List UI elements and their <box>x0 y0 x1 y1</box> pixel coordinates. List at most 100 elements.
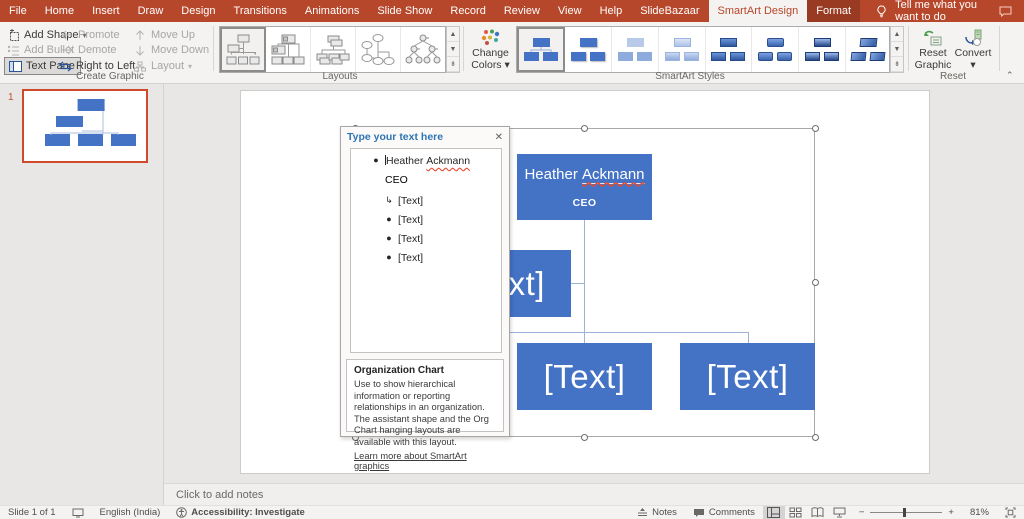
smartart-style-option-8[interactable] <box>846 27 889 72</box>
smartart-style-option-1[interactable] <box>517 27 565 72</box>
tab-smartart-design[interactable]: SmartArt Design <box>709 0 808 22</box>
ribbon-separator <box>999 26 1000 71</box>
ceo-name: Heather Ackmann <box>524 166 644 183</box>
tab-review[interactable]: Review <box>495 0 549 22</box>
change-colors-icon <box>480 29 502 47</box>
tab-file[interactable]: File <box>0 0 36 22</box>
zoom-slider-thumb[interactable] <box>903 508 906 517</box>
org-chart-subordinate-node-3[interactable]: [Text] <box>680 343 815 410</box>
learn-more-link[interactable]: Learn more about SmartArt graphics <box>354 451 496 471</box>
layout-option-4[interactable] <box>356 27 401 72</box>
collapse-ribbon-icon[interactable]: ⌃ <box>1006 70 1014 81</box>
reading-view-button[interactable] <box>807 506 829 519</box>
fit-to-window-icon[interactable] <box>997 506 1024 519</box>
outline-item-text-1[interactable]: ● [Text] <box>385 214 497 226</box>
tab-draw[interactable]: Draw <box>129 0 173 22</box>
language-indicator[interactable]: English (India) <box>92 506 169 519</box>
layout-option-1[interactable] <box>220 27 266 72</box>
zoom-level[interactable]: 81% <box>962 506 997 519</box>
reset-graphic-icon <box>923 29 943 47</box>
outline-item-assistant[interactable]: ↳ [Text] <box>385 195 497 207</box>
powerpoint-window: File Home Insert Draw Design Transitions… <box>0 0 1024 519</box>
slide-sorter-view-button[interactable] <box>785 506 807 519</box>
styles-gallery-scrollbar[interactable]: ▲ ▼ ⇟ <box>890 26 904 73</box>
tab-record[interactable]: Record <box>441 0 494 22</box>
smartart-style-option-2[interactable] <box>565 27 612 72</box>
zoom-in-button[interactable]: + <box>948 506 962 519</box>
layout-description-title: Organization Chart <box>354 365 496 376</box>
layout-option-2[interactable] <box>266 27 311 72</box>
layout-option-3[interactable] <box>311 27 356 72</box>
zoom-slider[interactable] <box>870 512 942 513</box>
normal-view-button[interactable] <box>763 506 785 519</box>
tab-home[interactable]: Home <box>36 0 83 22</box>
smartart-style-option-5[interactable] <box>706 27 753 72</box>
tab-view[interactable]: View <box>549 0 591 22</box>
tab-help[interactable]: Help <box>591 0 632 22</box>
layouts-gallery-scrollbar[interactable]: ▲ ▼ ⇟ <box>446 26 460 73</box>
slide-indicator[interactable]: Slide 1 of 1 <box>0 506 64 519</box>
notes-toggle[interactable]: Notes <box>629 506 685 519</box>
accessibility-status[interactable]: Accessibility: Investigate <box>168 506 313 519</box>
layouts-gallery <box>219 26 446 73</box>
resize-handle-top-right[interactable] <box>812 125 819 132</box>
bullet-icon: ● <box>385 233 393 243</box>
tab-animations[interactable]: Animations <box>296 0 368 22</box>
move-down-button[interactable]: Move Down <box>133 42 209 58</box>
comments-bubble-icon[interactable] <box>998 4 1012 18</box>
tab-slidebazaar[interactable]: SlideBazaar <box>631 0 708 22</box>
promote-label: Promote <box>78 29 120 41</box>
slideshow-view-button[interactable] <box>829 506 851 519</box>
layout-dropdown-icon: ▾ <box>188 62 192 71</box>
layout-option-5[interactable] <box>401 27 445 72</box>
outline-item-ceo[interactable]: ● Heather Ackmann <box>372 155 497 167</box>
resize-handle-bottom-right[interactable] <box>812 434 819 441</box>
bullet-icon: ● <box>385 214 393 224</box>
resize-handle-middle-right[interactable] <box>812 279 819 286</box>
smartart-style-option-3[interactable] <box>612 27 659 72</box>
tab-insert[interactable]: Insert <box>83 0 129 22</box>
slide-number: 1 <box>8 92 14 103</box>
org-chart-subordinate-node-2[interactable]: [Text] <box>517 343 652 410</box>
comments-icon <box>693 508 705 518</box>
text-pane-header[interactable]: Type your text here ✕ <box>341 127 509 147</box>
close-icon[interactable]: ✕ <box>495 132 503 143</box>
move-up-icon <box>133 28 147 42</box>
styles-more-icon[interactable]: ⇟ <box>891 57 903 72</box>
convert-button[interactable]: Convert ▾ <box>952 26 994 73</box>
display-settings-icon[interactable] <box>64 506 92 519</box>
comments-toggle[interactable]: Comments <box>685 506 763 519</box>
tab-transitions[interactable]: Transitions <box>225 0 296 22</box>
resize-handle-top-center[interactable] <box>581 125 588 132</box>
outline-item-text-3[interactable]: ● [Text] <box>385 252 497 264</box>
outline-item-text-2[interactable]: ● [Text] <box>385 233 497 245</box>
tab-slide-show[interactable]: Slide Show <box>368 0 441 22</box>
tell-me-box[interactable]: Tell me what you want to do <box>860 0 998 22</box>
move-up-button[interactable]: Move Up <box>133 27 195 43</box>
notes-area[interactable]: Click to add notes <box>164 483 1024 505</box>
text-pane-outline[interactable]: ● Heather Ackmann CEO ↳ [Text] ● [Text] … <box>350 148 502 353</box>
notes-icon <box>637 508 648 517</box>
smartart-style-option-6[interactable] <box>752 27 799 72</box>
slide-thumbnail[interactable] <box>22 89 148 163</box>
connector-line <box>584 220 585 343</box>
styles-scroll-down-icon[interactable]: ▼ <box>891 42 903 57</box>
demote-button[interactable]: Demote <box>60 42 117 58</box>
zoom-out-button[interactable]: − <box>851 506 865 519</box>
outline-item-ceo-title[interactable]: CEO <box>385 174 497 186</box>
change-colors-button[interactable]: Change Colors ▾ <box>467 26 514 73</box>
styles-scroll-up-icon[interactable]: ▲ <box>891 27 903 42</box>
layouts-scroll-up-icon[interactable]: ▲ <box>447 27 459 42</box>
smartart-styles-gallery <box>516 26 890 73</box>
smartart-style-option-7[interactable] <box>799 27 846 72</box>
smartart-style-option-4[interactable] <box>659 27 706 72</box>
layouts-more-icon[interactable]: ⇟ <box>447 57 459 72</box>
layout-description-body: Use to show hierarchical information or … <box>354 379 496 448</box>
promote-button[interactable]: Promote <box>60 27 120 43</box>
reset-graphic-button[interactable]: Reset Graphic <box>912 26 954 73</box>
tab-design[interactable]: Design <box>172 0 224 22</box>
tab-format[interactable]: Format <box>807 0 860 22</box>
org-chart-ceo-node[interactable]: Heather Ackmann CEO <box>517 154 652 220</box>
layouts-scroll-down-icon[interactable]: ▼ <box>447 42 459 57</box>
resize-handle-bottom-center[interactable] <box>581 434 588 441</box>
